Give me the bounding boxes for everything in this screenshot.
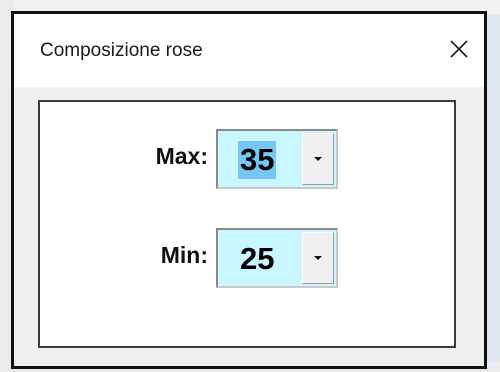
close-icon bbox=[450, 40, 468, 58]
max-combobox[interactable]: 35 bbox=[216, 129, 338, 189]
dialog-title: Composizione rose bbox=[40, 40, 203, 61]
min-label: Min: bbox=[160, 242, 208, 268]
max-row: Max: 35 bbox=[40, 129, 454, 189]
min-dropdown-button[interactable] bbox=[302, 232, 334, 284]
min-row: Min: 25 bbox=[40, 228, 454, 288]
max-value[interactable]: 35 bbox=[238, 141, 277, 179]
dropdown-arrow-icon bbox=[314, 157, 322, 161]
close-button[interactable] bbox=[442, 32, 476, 66]
range-groupbox: Max: 35 Min: 25 bbox=[38, 100, 456, 348]
max-label: Max: bbox=[155, 143, 208, 169]
max-dropdown-button[interactable] bbox=[302, 133, 334, 185]
background-window-edge-right bbox=[486, 14, 500, 372]
dialog-titlebar[interactable]: Composizione rose bbox=[14, 14, 484, 87]
dropdown-arrow-icon bbox=[314, 256, 322, 260]
composition-dialog: Composizione rose Max: 35 Min: 25 bbox=[11, 11, 487, 369]
min-combobox[interactable]: 25 bbox=[216, 228, 338, 288]
min-value[interactable]: 25 bbox=[238, 240, 276, 278]
dialog-client-area: Max: 35 Min: 25 bbox=[14, 87, 484, 366]
